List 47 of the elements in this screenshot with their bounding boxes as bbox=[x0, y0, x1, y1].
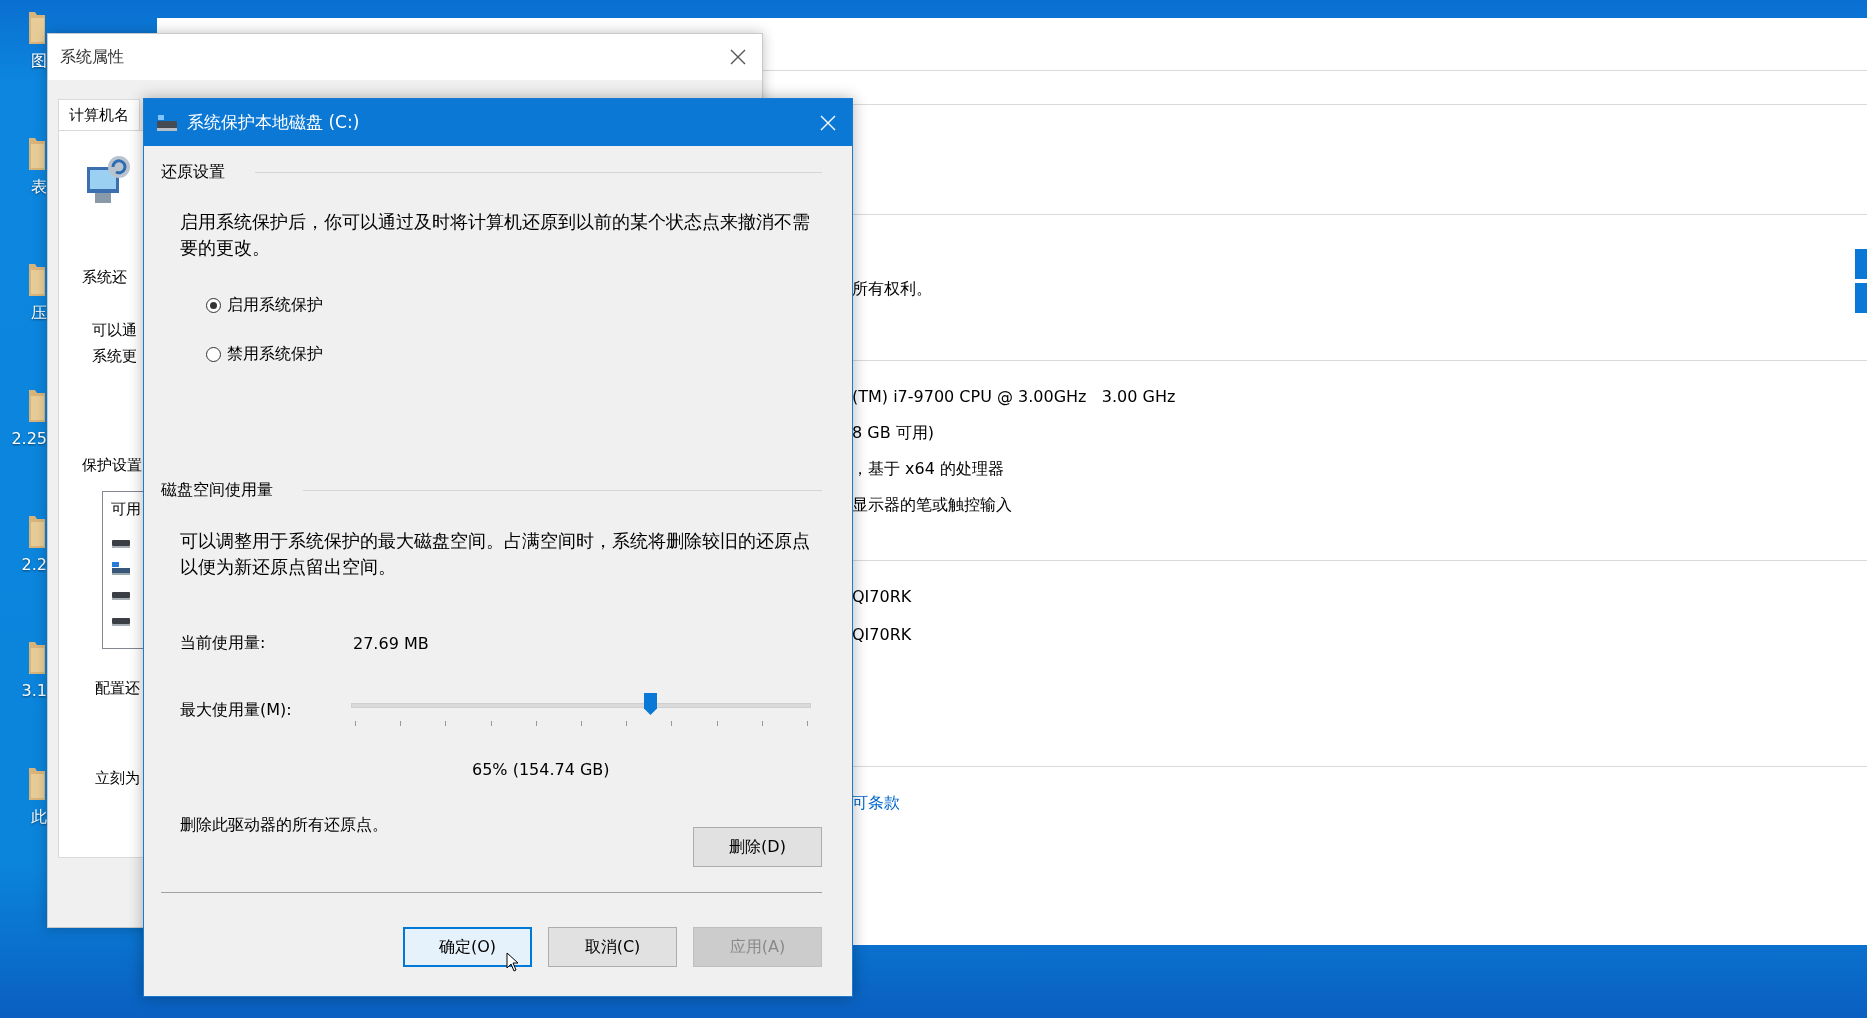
radio-button[interactable] bbox=[206, 346, 221, 362]
drive-icon bbox=[156, 114, 178, 131]
cancel-button[interactable]: 取消(C) bbox=[548, 927, 677, 967]
spec-value: 8 GB 可用) bbox=[852, 422, 935, 444]
description-text: 删除此驱动器的所有还原点。 bbox=[180, 814, 389, 836]
field-label: 最大使用量(M): bbox=[180, 699, 293, 721]
description-text: 启用系统保护后，你可以通过及时将计算机还原到以前的某个状态点来撤消不需要的更改。 bbox=[180, 211, 811, 260]
description-text: 可以调整用于系统保护的最大磁盘空间。占满空间时，系统将删除较旧的还原点以便为新还原点留出空间。 bbox=[180, 530, 811, 579]
option-label[interactable]: 禁用系统保护 bbox=[227, 343, 323, 365]
spec-value: ，基于 x64 的处理器 bbox=[852, 458, 1005, 480]
section-heading: 还原设置 bbox=[161, 161, 225, 183]
description-text: 配置还 bbox=[95, 678, 140, 699]
spec-value: (TM) i7-9700 CPU @ 3.00GHz 3.00 GHz bbox=[852, 386, 1177, 408]
field-label: 当前使用量: bbox=[180, 632, 267, 654]
cursor-icon bbox=[506, 952, 519, 972]
usage-reading: 65% (154.74 GB) bbox=[472, 759, 611, 781]
section-heading: 磁盘空间使用量 bbox=[161, 479, 273, 501]
system-drive-icon bbox=[111, 560, 131, 576]
icon-label[interactable]: 图 bbox=[31, 50, 47, 72]
license-link[interactable]: 可条款 bbox=[852, 791, 1867, 815]
description-text: 立刻为 bbox=[95, 768, 140, 789]
close-icon bbox=[820, 114, 836, 131]
section-heading: 保护设置 bbox=[82, 455, 142, 476]
close-icon bbox=[730, 49, 746, 65]
option-label[interactable]: 启用系统保护 bbox=[227, 294, 323, 316]
usage-value: 27.69 MB bbox=[353, 633, 429, 653]
icon-label[interactable]: 3.1 bbox=[21, 680, 47, 702]
copyright-text: 所有权利。 bbox=[852, 278, 933, 300]
dialog-title: 系统保护本地磁盘 (C:) bbox=[187, 111, 361, 134]
ok-button[interactable]: 确定(O) bbox=[403, 927, 532, 967]
tab[interactable]: 计算机名 bbox=[58, 99, 140, 130]
delete-button[interactable]: 删除(D) bbox=[693, 827, 822, 867]
icon-label[interactable]: 表 bbox=[31, 176, 47, 198]
section-heading: 系统还 bbox=[82, 267, 127, 288]
description-text: 可以通 系统更 bbox=[92, 320, 137, 367]
radio-button[interactable] bbox=[206, 297, 221, 313]
id-value: QI70RK bbox=[852, 586, 913, 608]
slider-thumb[interactable] bbox=[644, 693, 657, 715]
spec-value: 显示器的笔或触控输入 bbox=[852, 494, 1013, 516]
icon-label[interactable]: 此 bbox=[31, 806, 47, 828]
icon-label[interactable]: 2.2 bbox=[21, 554, 47, 576]
id-value: QI70RK bbox=[852, 624, 913, 646]
window-title: 系统属性 bbox=[60, 46, 125, 68]
column-header: 可用 bbox=[111, 499, 141, 520]
icon-label[interactable]: 压 bbox=[31, 302, 47, 324]
windows-logo-icon bbox=[1855, 249, 1867, 313]
icon-label[interactable]: 2.25 bbox=[11, 428, 47, 450]
